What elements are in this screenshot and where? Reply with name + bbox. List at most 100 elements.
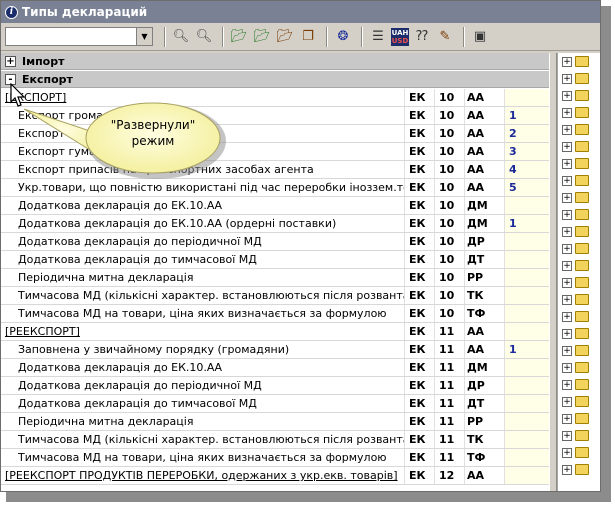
expand-icon[interactable]: +	[562, 277, 572, 288]
copy-icon[interactable]: ❐	[298, 27, 318, 47]
expand-icon[interactable]: +	[562, 73, 572, 84]
pane-splitter[interactable]	[549, 53, 557, 491]
table-row[interactable]: Тимчасова МД (кількісні характер. встано…	[1, 431, 549, 449]
folder-icon	[575, 430, 589, 441]
folder-tree-item[interactable]: +	[558, 240, 600, 257]
folder-tree-item[interactable]: +	[558, 189, 600, 206]
table-row[interactable]: Додаткова декларація до тимчасової МД ЕК 1…	[1, 395, 549, 413]
expand-icon[interactable]: +	[562, 379, 572, 390]
folder-tree-item[interactable]: +	[558, 223, 600, 240]
table-row[interactable]: Додаткова декларація до періодичної МД ЕК…	[1, 233, 549, 251]
expand-icon[interactable]: +	[562, 175, 572, 186]
folder-tree-item[interactable]: +	[558, 461, 600, 478]
folder-tree-item[interactable]: +	[558, 121, 600, 138]
folder-tree-item[interactable]: +	[558, 87, 600, 104]
regime-code-cell: 11	[435, 395, 465, 412]
table-row[interactable]: Заповнена у звичайному порядку (громадян…	[1, 341, 549, 359]
expand-icon[interactable]: +	[562, 107, 572, 118]
table-row[interactable]: Тимчасова МД (кількісні характер. встано…	[1, 287, 549, 305]
find-next-icon[interactable]: 🔍︎	[194, 27, 214, 47]
expand-icon[interactable]: +	[562, 260, 572, 271]
expand-icon[interactable]: +	[562, 413, 572, 424]
folder-tree-item[interactable]: +	[558, 172, 600, 189]
type-code-cell: ДМ	[465, 215, 505, 232]
table-row[interactable]: Тимчасова МД на товари, ціна яких визнач…	[1, 305, 549, 323]
folder-tree-item[interactable]: +	[558, 257, 600, 274]
folder-tree-item[interactable]: +	[558, 274, 600, 291]
table-row[interactable]: Додаткова декларація до ЕК.10.АА ЕК 10 ДМ	[1, 197, 549, 215]
folder-delete-icon[interactable]: 📂︎	[275, 27, 295, 47]
folder-tree-item[interactable]: +	[558, 342, 600, 359]
expand-icon[interactable]: +	[562, 243, 572, 254]
help-icon[interactable]: ⁇	[412, 27, 432, 47]
folder-tree-item[interactable]: +	[558, 291, 600, 308]
subtype-code-cell: 1	[505, 215, 549, 232]
folder-tree-item[interactable]: +	[558, 359, 600, 376]
table-row[interactable]: Додаткова декларація до ЕК.10.АА (ордерн…	[1, 215, 549, 233]
table-row[interactable]: Додаткова декларація до тимчасової МД ЕК 1…	[1, 251, 549, 269]
table-row[interactable]: Додаткова декларація до ЕК.10.АА ЕК 11 ДМ	[1, 359, 549, 377]
folder-tree-item[interactable]: +	[558, 410, 600, 427]
filter-combo[interactable]: ▼	[5, 27, 153, 46]
expand-icon[interactable]: +	[562, 192, 572, 203]
folder-tree-item[interactable]: +	[558, 138, 600, 155]
expand-icon[interactable]: +	[562, 345, 572, 356]
find-icon[interactable]: 🔍︎	[171, 27, 191, 47]
folder-add-icon[interactable]: 📂︎	[229, 27, 249, 47]
expand-icon[interactable]: +	[562, 124, 572, 135]
section-row[interactable]: [РЕЕКСПОРТ] ЕК 11 АА	[1, 323, 549, 341]
expand-icon[interactable]: +	[562, 209, 572, 220]
table-row[interactable]: Тимчасова МД на товари, ціна яких визнач…	[1, 449, 549, 467]
title-bar[interactable]: i Типы деклараций	[1, 1, 600, 23]
folder-tree-item[interactable]: +	[558, 206, 600, 223]
expand-icon[interactable]: +	[562, 396, 572, 407]
folder-icon	[575, 175, 589, 186]
direction-code-cell: ЕК	[405, 89, 435, 106]
filter-icon[interactable]: ❂	[333, 27, 353, 47]
section-row[interactable]: [РЕЕКСПОРТ ПРОДУКТІВ ПЕРЕРОБКИ, одержани…	[1, 467, 549, 485]
expand-icon[interactable]: +	[5, 55, 16, 67]
chevron-down-icon[interactable]: ▼	[136, 28, 152, 45]
expand-icon[interactable]: +	[562, 141, 572, 152]
group-row-import[interactable]: + Імпорт	[1, 53, 549, 70]
expand-icon[interactable]: +	[562, 90, 572, 101]
tree-icon[interactable]: ☰	[368, 27, 388, 47]
expand-icon[interactable]: +	[562, 464, 572, 475]
exit-icon[interactable]: ▣	[470, 27, 490, 47]
currency-icon[interactable]: UAH USD	[391, 27, 409, 46]
folder-tree-item[interactable]: +	[558, 427, 600, 444]
regime-code-cell: 10	[435, 107, 465, 124]
type-code-cell: ДР	[465, 233, 505, 250]
expand-icon[interactable]: +	[562, 226, 572, 237]
expand-icon[interactable]: +	[562, 158, 572, 169]
expand-icon[interactable]: +	[562, 430, 572, 441]
expand-icon[interactable]: +	[562, 447, 572, 458]
folder-tree-item[interactable]: +	[558, 104, 600, 121]
folder-tree-item[interactable]: +	[558, 70, 600, 87]
direction-code-cell: ЕК	[405, 161, 435, 178]
folder-tree-item[interactable]: +	[558, 325, 600, 342]
folder-tree-item[interactable]: +	[558, 393, 600, 410]
expand-icon[interactable]: +	[562, 362, 572, 373]
book-icon[interactable]: ✎	[435, 27, 455, 47]
expand-icon[interactable]: +	[562, 56, 572, 67]
type-code-cell: ТФ	[465, 305, 505, 322]
folder-tree-item[interactable]: +	[558, 53, 600, 70]
expand-icon[interactable]: +	[562, 294, 572, 305]
table-row[interactable]: Періодична митна декларація ЕК 11 РР	[1, 413, 549, 431]
folder-icon	[575, 158, 589, 169]
folder-tree-item[interactable]: +	[558, 308, 600, 325]
folder-tree-item[interactable]: +	[558, 155, 600, 172]
direction-code-cell: ЕК	[405, 125, 435, 142]
folder-tree-item[interactable]: +	[558, 444, 600, 461]
folder-tree-item[interactable]: +	[558, 376, 600, 393]
subtype-code-cell: 1	[505, 341, 549, 358]
direction-code-cell: ЕК	[405, 269, 435, 286]
folder-icon	[575, 379, 589, 390]
table-row[interactable]: Періодична митна декларація ЕК 10 РР	[1, 269, 549, 287]
declaration-name-cell: [РЕЕКСПОРТ]	[1, 323, 405, 340]
expand-icon[interactable]: +	[562, 311, 572, 322]
folder-edit-icon[interactable]: 📂︎	[252, 27, 272, 47]
expand-icon[interactable]: +	[562, 328, 572, 339]
table-row[interactable]: Додаткова декларація до періодичної МД ЕК…	[1, 377, 549, 395]
